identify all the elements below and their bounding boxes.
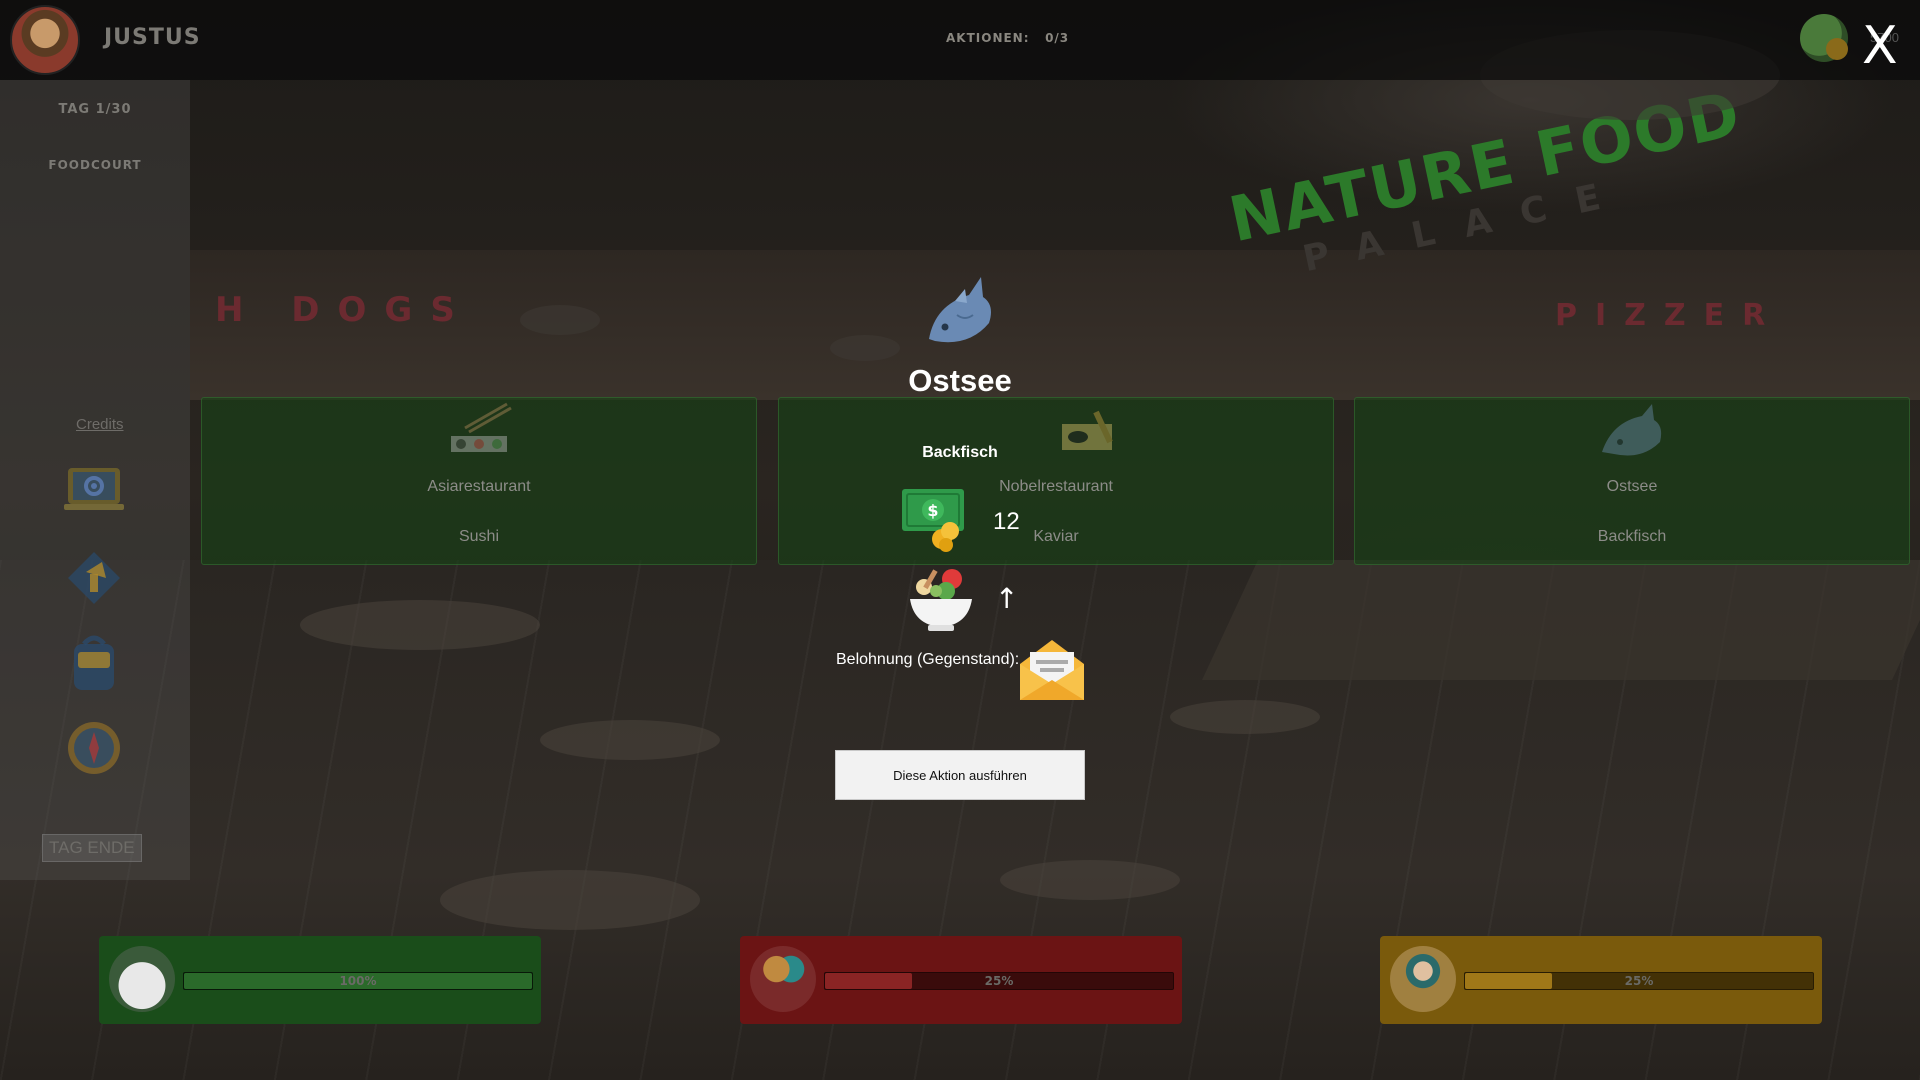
stat-social-bar: 25%: [1464, 972, 1814, 990]
scene-table: [300, 600, 540, 650]
food-bowl-icon: [109, 946, 175, 1012]
perform-action-button[interactable]: Diese Aktion ausführen: [835, 750, 1085, 800]
scene-counter: [1202, 560, 1920, 680]
popup-item-name: Backfisch: [922, 444, 998, 461]
actions-label: AKTIONEN:: [946, 31, 1030, 45]
scene-sign-hot-dogs: H DOGS: [215, 290, 473, 330]
food-bowl-icon: [910, 569, 972, 631]
scene-sign-pizzeria: PIZZER: [1555, 298, 1784, 333]
card-item: Sushi: [458, 528, 500, 545]
stat-social: 25%: [1380, 936, 1822, 1024]
scene-lamp: [830, 335, 900, 361]
actions-value: 0/3: [1045, 31, 1070, 45]
envelope-icon: [1020, 640, 1084, 700]
money-bill-icon: $: [902, 489, 964, 552]
sidebar: TAG 1/30 FOODCOURT Credits TAG ENDE: [0, 80, 190, 880]
money-icon: [1800, 14, 1848, 62]
actions-counter: AKTIONEN: 0/3: [946, 31, 1069, 45]
card-item: Kaviar: [1033, 528, 1079, 545]
map-arrow-icon[interactable]: [62, 542, 126, 606]
card-type: Ostsee: [1606, 478, 1658, 495]
scene-table: [540, 720, 720, 760]
stat-fun-bar: 25%: [824, 972, 1174, 990]
fish-icon: [1602, 404, 1662, 456]
close-button[interactable]: X: [1862, 20, 1898, 72]
location-name: FOODCOURT: [48, 158, 142, 172]
option-card-ostsee[interactable]: Ostsee Backfisch: [1354, 397, 1910, 565]
card-type: Asiarestaurant: [427, 478, 531, 495]
player-avatar[interactable]: [10, 5, 80, 75]
end-day-button[interactable]: TAG ENDE: [42, 834, 142, 862]
action-cost: 12: [993, 508, 1020, 535]
option-card-nobelrestaurant[interactable]: Nobelrestaurant Kaviar: [778, 397, 1334, 565]
person-icon: [1390, 946, 1456, 1012]
stat-fun: 25%: [740, 936, 1182, 1024]
card-item: Backfisch: [1597, 528, 1667, 545]
svg-text:$: $: [927, 501, 938, 520]
stat-social-label: 25%: [1624, 974, 1654, 988]
scene-table: [1170, 700, 1320, 734]
player-name: JUSTUS: [104, 25, 201, 50]
stat-food: 100%: [99, 936, 541, 1024]
scene-lamp: [520, 305, 600, 335]
option-card-asiarestaurant[interactable]: Asiarestaurant Sushi: [201, 397, 757, 565]
backpack-icon[interactable]: [62, 630, 126, 694]
compass-icon[interactable]: [62, 718, 126, 782]
balloons-icon: [750, 946, 816, 1012]
stat-food-label: 100%: [339, 974, 377, 988]
popup-title: Ostsee: [908, 363, 1012, 398]
card-type: Nobelrestaurant: [999, 478, 1113, 495]
credits-link[interactable]: Credits: [76, 416, 124, 433]
reward-label: Belohnung (Gegenstand):: [836, 651, 1020, 668]
settings-icon[interactable]: [62, 458, 126, 522]
sushi-icon: [451, 402, 512, 452]
fish-icon: [929, 277, 991, 343]
day-counter: TAG 1/30: [58, 102, 132, 117]
top-bar: JUSTUS AKTIONEN: 0/3 5700 X: [0, 0, 1920, 80]
scene-table: [1000, 860, 1180, 900]
food-increase-arrow: ↑: [995, 582, 1019, 615]
scene-table: [440, 870, 700, 930]
stat-food-bar: 100%: [183, 972, 533, 990]
stat-fun-label: 25%: [984, 974, 1014, 988]
